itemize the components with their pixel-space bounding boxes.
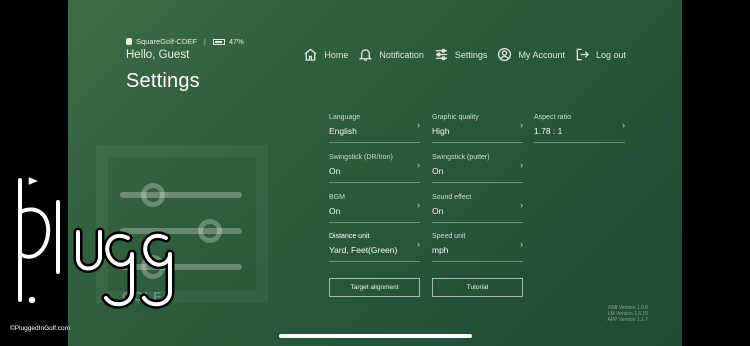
- status-separator: |: [203, 37, 206, 46]
- chevron-right-icon: ›: [622, 120, 625, 130]
- left-bezel: [0, 0, 68, 346]
- nav-settings-label: Settings: [454, 49, 488, 60]
- nav-logout[interactable]: Log out: [575, 47, 626, 62]
- chevron-right-icon: ›: [520, 160, 523, 170]
- sliders-icon: [435, 48, 448, 61]
- setting-aspect-ratio[interactable]: Aspect ratio 1.78 : 1 ›: [534, 111, 625, 143]
- setting-label: Sound effect: [432, 194, 472, 201]
- battery-icon: [212, 38, 225, 45]
- setting-value: 1.78 : 1: [534, 126, 563, 136]
- nav-settings[interactable]: Settings: [434, 47, 488, 62]
- setting-graphic-quality[interactable]: Graphic quality High ›: [432, 111, 523, 143]
- setting-label: Graphic quality: [432, 114, 479, 121]
- chevron-right-icon: ›: [417, 239, 420, 249]
- watermark-slider-knob: [141, 255, 165, 279]
- watermark-slider-bar: [120, 228, 242, 234]
- watermark-brand: GOLF: [122, 289, 163, 304]
- setting-value: On: [329, 206, 341, 216]
- page-title: Settings: [126, 70, 200, 92]
- tutorial-button[interactable]: Tutorial: [432, 278, 523, 297]
- setting-value: mph: [432, 245, 449, 255]
- setting-value: English: [329, 126, 357, 136]
- setting-bgm[interactable]: BGM On ›: [329, 191, 420, 223]
- setting-label: Speed unit: [432, 233, 466, 240]
- version-line: APP Version 1.1.7: [607, 317, 649, 323]
- watermark-slider-bar: [120, 192, 242, 198]
- logout-icon: [576, 48, 590, 61]
- setting-value: High: [432, 126, 450, 136]
- right-bezel: [682, 0, 750, 346]
- chevron-right-icon: ›: [417, 120, 420, 130]
- setting-sound-effect[interactable]: Sound effect On ›: [432, 191, 523, 223]
- watermark-frame: [96, 145, 268, 303]
- nav-home[interactable]: Home: [303, 47, 348, 62]
- setting-value: Yard, Feet(Green): [329, 245, 398, 255]
- status-bar: SquareGolf-CDEF | 47%: [126, 37, 244, 46]
- user-icon: [498, 47, 512, 62]
- chevron-right-icon: ›: [520, 239, 523, 249]
- target-alignment-button[interactable]: Target alignment: [329, 278, 420, 297]
- home-indicator[interactable]: [279, 334, 472, 338]
- watermark-slider-bar: [120, 264, 242, 270]
- nav-notification-label: Notification: [379, 49, 424, 60]
- nav-my-account[interactable]: My Account: [497, 47, 565, 62]
- watermark-url: ©PluggedInGolf.com: [10, 325, 71, 332]
- nav-my-account-label: My Account: [518, 49, 565, 60]
- setting-speed-unit[interactable]: Speed unit mph ›: [432, 230, 523, 262]
- watermark-slider-knob: [141, 183, 165, 207]
- device-name: SquareGolf-CDEF: [136, 37, 197, 46]
- bell-icon: [359, 49, 373, 61]
- chevron-right-icon: ›: [520, 200, 523, 210]
- nav-home-label: Home: [324, 49, 349, 60]
- nav-notification[interactable]: Notification: [358, 47, 424, 62]
- setting-label: Swingstick (DR/Iron): [329, 154, 393, 161]
- setting-swingstick-putter[interactable]: Swingstick (putter) On ›: [432, 151, 523, 183]
- setting-label: Aspect ratio: [534, 114, 571, 121]
- setting-value: On: [432, 166, 444, 176]
- setting-label: Swingstick (putter): [432, 154, 490, 161]
- chevron-right-icon: ›: [417, 200, 420, 210]
- chevron-right-icon: ›: [417, 160, 420, 170]
- chevron-right-icon: ›: [520, 120, 523, 130]
- setting-value: On: [432, 206, 444, 216]
- bluetooth-icon: [126, 38, 132, 45]
- setting-distance-unit[interactable]: Distance unit Yard, Feet(Green) ›: [329, 230, 420, 262]
- top-nav: Home Notification Settings My Account Lo…: [303, 47, 626, 62]
- setting-label: BGM: [329, 194, 345, 201]
- battery-level: 47%: [228, 37, 244, 46]
- setting-value: On: [329, 166, 341, 176]
- app-screen: SquareGolf-CDEF | 47% Hello, Guest Setti…: [68, 0, 682, 346]
- watermark-slider-knob: [198, 219, 222, 243]
- setting-swingstick-dr-iron[interactable]: Swingstick (DR/Iron) On ›: [329, 151, 420, 183]
- setting-label: Distance unit: [329, 233, 370, 240]
- home-icon: [304, 48, 317, 61]
- greeting: Hello, Guest: [126, 49, 190, 61]
- nav-logout-label: Log out: [595, 49, 626, 60]
- version-info: RMI Version 1.0.6 LM Version 1.6.15 APP …: [608, 305, 649, 323]
- setting-label: Language: [329, 114, 361, 121]
- setting-language[interactable]: Language English ›: [329, 111, 420, 143]
